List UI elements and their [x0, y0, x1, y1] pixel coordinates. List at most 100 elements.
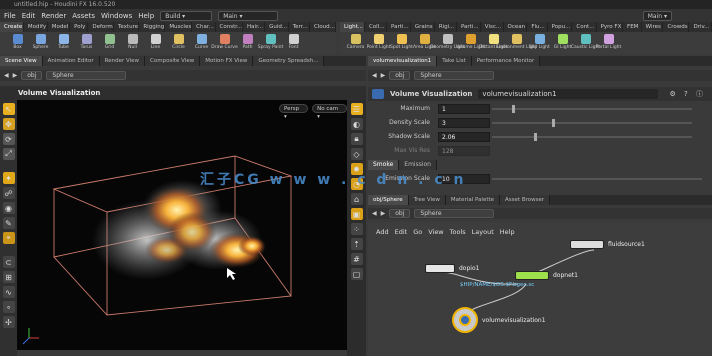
tool-curve[interactable]: Curve: [190, 32, 213, 54]
axis-icon[interactable]: ✢: [2, 316, 15, 328]
tool-gi-light[interactable]: GI Light: [551, 32, 574, 54]
node-volumevisualization[interactable]: volumevisualization1: [452, 307, 546, 333]
tab-material-palette[interactable]: Material Palette: [445, 195, 501, 205]
shadow-scale-slider[interactable]: [492, 132, 692, 142]
shelf-tab-left-0[interactable]: Create: [0, 22, 24, 32]
maximum-slider[interactable]: [492, 104, 692, 114]
dopnet-node-body[interactable]: [515, 271, 549, 280]
desktop-dropdown[interactable]: Build ▾: [160, 10, 213, 21]
shelf-tab-right-6[interactable]: Visc...: [481, 22, 504, 32]
menu-help[interactable]: Help: [138, 12, 154, 20]
tab-animation-editor[interactable]: Animation Editor: [42, 56, 100, 66]
tool-draw-curve[interactable]: Draw Curve: [211, 32, 238, 54]
shelf-tab-left-12[interactable]: Terr...: [289, 22, 310, 32]
fluidsource-node-body[interactable]: [570, 240, 604, 249]
tool-spot-light[interactable]: Spot Light: [390, 32, 413, 54]
maximum-field[interactable]: 1: [438, 103, 490, 114]
shelf-tab-right-3[interactable]: Grains: [411, 22, 435, 32]
template-icon[interactable]: ▣: [350, 208, 363, 220]
path-context[interactable]: obj: [389, 71, 411, 80]
shelf-tab-left-1[interactable]: Modify: [24, 22, 48, 32]
net-menu-view[interactable]: View: [428, 228, 443, 236]
shelf-tab-left-9[interactable]: Constr...: [216, 22, 244, 32]
tool-geometry-light[interactable]: Geometry Light: [430, 32, 465, 54]
forward-arrow-icon[interactable]: ▶: [13, 72, 18, 79]
density-scale-slider[interactable]: [492, 118, 692, 128]
path-node[interactable]: Sphere: [46, 71, 127, 80]
brush-tool-icon[interactable]: ✎: [2, 217, 15, 229]
volume-visualization-node-icon[interactable]: [452, 307, 478, 333]
net-menu-help[interactable]: Help: [500, 228, 515, 236]
shelf-tab-right-5[interactable]: Parti...: [457, 22, 481, 32]
shelf-tab-left-11[interactable]: Guid...: [265, 22, 289, 32]
shelf-tab-left-2[interactable]: Model: [48, 22, 71, 32]
point-snap-icon[interactable]: ∘: [2, 301, 15, 313]
tool-box[interactable]: Box: [6, 32, 29, 54]
wireframe-icon[interactable]: ◇: [350, 148, 363, 160]
path-context[interactable]: obj: [389, 209, 411, 218]
main-dropdown[interactable]: Main ▾: [218, 10, 279, 21]
menu-windows[interactable]: Windows: [101, 12, 132, 20]
grid-snap-icon[interactable]: ⊞: [2, 271, 15, 283]
shelf-tab-left-8[interactable]: Char...: [192, 22, 216, 32]
tool-camera[interactable]: Camera: [344, 32, 367, 54]
path-node[interactable]: Sphere: [414, 71, 495, 80]
right-desktop-dropdown[interactable]: Main ▾: [642, 10, 672, 21]
tab-params[interactable]: volumevisualization1: [368, 56, 438, 66]
shelf-tab-right-8[interactable]: Flu...: [527, 22, 548, 32]
rotate-tool-icon[interactable]: ⟳: [2, 133, 15, 145]
forward-arrow-icon[interactable]: ▶: [381, 72, 386, 79]
dopio-node-body[interactable]: [425, 264, 455, 273]
shelf-tab-right-13[interactable]: Wires: [642, 22, 664, 32]
shelf-tab-right-11[interactable]: Pyro FX: [597, 22, 624, 32]
menu-file[interactable]: File: [4, 12, 16, 20]
shelf-tab-right-7[interactable]: Ocean: [504, 22, 528, 32]
snap-tool-icon[interactable]: ⌖: [2, 232, 15, 244]
node-name-field[interactable]: volumevisualization1: [478, 89, 659, 99]
tool-line[interactable]: Line: [144, 32, 167, 54]
path-context[interactable]: obj: [21, 71, 43, 80]
tab-performance-monitor[interactable]: Performance Monitor: [471, 56, 541, 66]
points-icon[interactable]: ⁘: [350, 223, 363, 235]
back-arrow-icon[interactable]: ◀: [4, 72, 9, 79]
tab-take-list[interactable]: Take List: [437, 56, 472, 66]
magnet-tool-icon[interactable]: ⊂: [2, 256, 15, 268]
tab-scene-view[interactable]: Scene View: [0, 56, 43, 66]
tab-motion-fx-view[interactable]: Motion FX View: [200, 56, 254, 66]
tool-grid[interactable]: Grid: [98, 32, 121, 54]
tab-render-view[interactable]: Render View: [99, 56, 146, 66]
shelf-tab-left-6[interactable]: Rigging: [139, 22, 166, 32]
shading-icon[interactable]: ◐: [350, 118, 363, 130]
tool-area-light[interactable]: Area Light: [413, 32, 436, 54]
view-tool-icon[interactable]: ◉: [2, 202, 15, 214]
tool-spray-paint[interactable]: Spray Paint: [258, 32, 283, 54]
density-scale-field[interactable]: 3: [438, 117, 490, 128]
menu-render[interactable]: Render: [41, 12, 66, 20]
tool-caustic-light[interactable]: Caustic Light: [571, 32, 600, 54]
shelf-tab-left-5[interactable]: Texture: [114, 22, 140, 32]
shadow-scale-field[interactable]: 2.06: [438, 131, 490, 142]
tool-torus[interactable]: Torus: [75, 32, 98, 54]
shelf-tab-left-13[interactable]: Cloud...: [310, 22, 336, 32]
shelf-tab-right-2[interactable]: Parti...: [387, 22, 411, 32]
tab-composite-view[interactable]: Composite View: [145, 56, 201, 66]
tool-font[interactable]: Font: [282, 32, 305, 54]
tool-point-light[interactable]: Point Light: [367, 32, 390, 54]
tool-sky-light[interactable]: Sky Light: [528, 32, 551, 54]
tool-circle[interactable]: Circle: [167, 32, 190, 54]
tool-null[interactable]: Null: [121, 32, 144, 54]
display-options-icon[interactable]: ☰: [350, 103, 363, 115]
shelf-tab-right-14[interactable]: Crowds: [663, 22, 690, 32]
tab-network-editor[interactable]: obj/Sphere: [368, 195, 409, 205]
emission-scale-slider[interactable]: [492, 174, 702, 184]
menu-edit[interactable]: Edit: [22, 12, 36, 20]
back-arrow-icon[interactable]: ◀: [372, 72, 377, 79]
grid-icon[interactable]: #: [350, 253, 363, 265]
shelf-tab-right-12[interactable]: FEM: [623, 22, 642, 32]
shelf-tab-right-10[interactable]: Cont...: [572, 22, 597, 32]
net-menu-add[interactable]: Add: [376, 228, 389, 236]
shelf-tab-right-1[interactable]: Coll...: [365, 22, 388, 32]
select-tool-icon[interactable]: ↖: [2, 103, 15, 115]
scene-viewport[interactable]: Persp ▾ No cam ▾: [17, 100, 347, 350]
curve-snap-icon[interactable]: ∿: [2, 286, 15, 298]
